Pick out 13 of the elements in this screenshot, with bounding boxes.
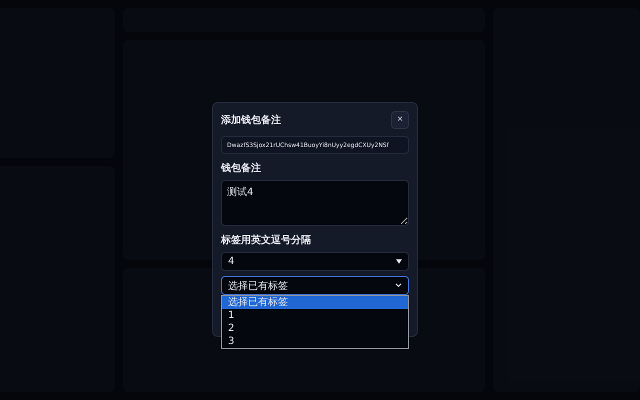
tag-select[interactable]: 选择已有标签 <box>221 276 409 295</box>
dropdown-option[interactable]: 1 <box>222 309 408 322</box>
triangle-down-icon <box>396 259 402 264</box>
note-field[interactable]: 测试4 <box>221 180 409 226</box>
dropdown-option[interactable]: 2 <box>222 322 408 335</box>
dropdown-option[interactable]: 3 <box>222 335 408 348</box>
dropdown-option[interactable]: 选择已有标签 <box>222 296 408 309</box>
modal-title: 添加钱包备注 <box>221 113 281 127</box>
tags-field[interactable]: 4 <box>221 252 409 271</box>
chevron-down-icon <box>395 283 402 288</box>
field-label: 标签用英文逗号分隔 <box>221 234 312 247</box>
field-label: 钱包备注 <box>221 161 262 175</box>
close-button[interactable]: × <box>391 111 409 129</box>
